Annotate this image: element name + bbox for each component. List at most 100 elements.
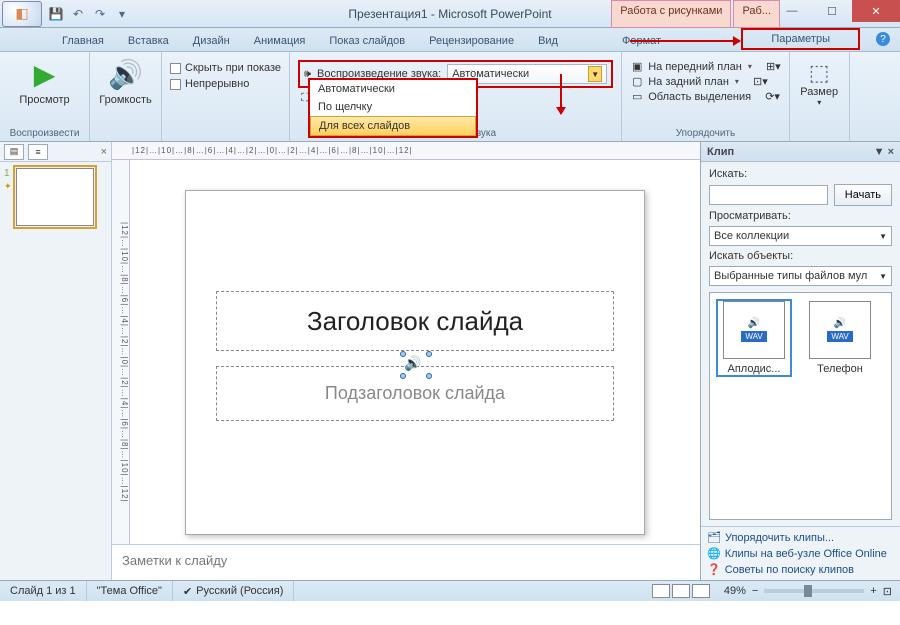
tab-options[interactable]: Параметры bbox=[741, 28, 860, 50]
audio-icon: 🔊 bbox=[748, 318, 760, 329]
browse-select[interactable]: Все коллекции▼ bbox=[709, 226, 892, 246]
group-play: Воспроизвести bbox=[8, 126, 81, 139]
loop-checkbox[interactable]: Непрерывно bbox=[170, 78, 281, 90]
hide-on-show-checkbox[interactable]: Скрыть при показе bbox=[170, 62, 281, 74]
objects-label: Искать объекты: bbox=[709, 250, 892, 262]
search-input[interactable] bbox=[709, 185, 828, 205]
align-icon[interactable]: ⊞▾ bbox=[766, 60, 781, 73]
help-icon: ❓ bbox=[707, 563, 721, 576]
ribbon-tabs: Главная Вставка Дизайн Анимация Показ сл… bbox=[0, 28, 900, 52]
tab-view[interactable]: Вид bbox=[526, 31, 570, 51]
play-icon: ▶ bbox=[34, 58, 56, 91]
dropdown-opt-auto[interactable]: Автоматически bbox=[310, 80, 476, 98]
back-icon: ▢ bbox=[630, 75, 644, 88]
slide-canvas[interactable]: Заголовок слайда Подзаголовок слайда bbox=[185, 190, 645, 535]
zoom-out-button[interactable]: − bbox=[752, 585, 758, 597]
ruler-vertical: |12|…|10|…|8|…|6|…|4|…|2|…|0|…|2|…|4|…|6… bbox=[112, 160, 130, 544]
send-to-back[interactable]: ▢На задний план▾ ⊡▾ bbox=[630, 75, 780, 88]
tab-animation[interactable]: Анимация bbox=[242, 31, 318, 51]
pane-close-icon[interactable]: × bbox=[101, 146, 107, 158]
status-language[interactable]: ✔Русский (Россия) bbox=[173, 581, 295, 601]
browse-label: Просматривать: bbox=[709, 210, 892, 222]
tab-review[interactable]: Рецензирование bbox=[417, 31, 526, 51]
save-icon[interactable]: 💾 bbox=[48, 6, 64, 22]
audio-icon: 🔊 bbox=[834, 318, 846, 329]
preview-button[interactable]: ▶ Просмотр bbox=[8, 56, 81, 108]
help-icon[interactable]: ? bbox=[876, 32, 890, 46]
zoom-in-button[interactable]: + bbox=[870, 585, 876, 597]
tab-slideshow[interactable]: Показ слайдов bbox=[317, 31, 417, 51]
bring-to-front[interactable]: ▣На передний план▾ ⊞▾ bbox=[630, 60, 780, 73]
clip-item-applause[interactable]: 🔊WAV Аплодис... bbox=[718, 301, 790, 375]
chevron-down-icon: ▼ bbox=[879, 232, 887, 241]
preview-label: Просмотр bbox=[19, 94, 69, 106]
qat-more-icon[interactable]: ▾ bbox=[114, 6, 130, 22]
undo-icon[interactable]: ↶ bbox=[70, 6, 86, 22]
objects-select[interactable]: Выбранные типы файлов мул▼ bbox=[709, 266, 892, 286]
minimize-button[interactable]: — bbox=[772, 0, 812, 22]
annotation-arrow bbox=[560, 74, 562, 114]
rotate-icon[interactable]: ⟳▾ bbox=[765, 90, 780, 103]
clip-close-icon[interactable]: × bbox=[888, 146, 894, 158]
annotation-arrow bbox=[630, 40, 740, 42]
front-icon: ▣ bbox=[630, 60, 644, 73]
title-placeholder[interactable]: Заголовок слайда bbox=[216, 291, 614, 351]
sound-object[interactable] bbox=[404, 355, 428, 375]
sound-badge-icon: ✦ bbox=[4, 181, 12, 192]
slides-tab[interactable]: ▤ bbox=[4, 144, 24, 160]
contextual-tab-picture-tools[interactable]: Работа с рисунками bbox=[611, 0, 731, 28]
tab-design[interactable]: Дизайн bbox=[181, 31, 242, 51]
status-bar: Слайд 1 из 1 "Тема Office" ✔Русский (Рос… bbox=[0, 580, 900, 601]
notes-pane[interactable]: Заметки к слайду bbox=[112, 544, 700, 580]
size-icon: ⬚ bbox=[809, 60, 830, 86]
redo-icon[interactable]: ↷ bbox=[92, 6, 108, 22]
quick-access-toolbar: 💾 ↶ ↷ ▾ bbox=[48, 6, 130, 22]
clip-pane: Клип ▼ × Искать: Начать Просматривать: В… bbox=[700, 142, 900, 580]
group-arrange: Упорядочить bbox=[630, 126, 780, 139]
view-buttons bbox=[646, 584, 716, 598]
normal-view-button[interactable] bbox=[652, 584, 670, 598]
window-title: Презентация1 - Microsoft PowerPoint bbox=[348, 7, 551, 21]
close-button[interactable]: ✕ bbox=[852, 0, 900, 22]
chevron-down-icon: ▼ bbox=[879, 272, 887, 281]
search-label: Искать: bbox=[709, 168, 892, 180]
globe-icon: 🌐 bbox=[707, 547, 721, 560]
selection-pane[interactable]: ▭Область выделения ⟳▾ bbox=[630, 90, 780, 103]
search-go-button[interactable]: Начать bbox=[834, 184, 892, 206]
office-button[interactable]: ◧ bbox=[2, 1, 42, 27]
organize-icon: 🗂 bbox=[707, 531, 721, 544]
speaker-icon: 🔊 bbox=[108, 58, 143, 91]
workspace: ▤ ≡ × 1 ✦ |12|…|10|…|8|…|6|…|4|…|2|…|0|…… bbox=[0, 142, 900, 580]
clip-item-phone[interactable]: 🔊WAV Телефон bbox=[804, 301, 876, 375]
fit-window-button[interactable]: ⊡ bbox=[883, 585, 892, 598]
slideshow-view-button[interactable] bbox=[692, 584, 710, 598]
clip-dropdown-icon[interactable]: ▼ bbox=[874, 146, 885, 158]
playback-dropdown: Автоматически По щелчку Для всех слайдов bbox=[308, 78, 478, 138]
zoom-slider[interactable] bbox=[764, 589, 864, 593]
volume-button[interactable]: 🔊 Громкость bbox=[98, 56, 153, 108]
slides-pane: ▤ ≡ × 1 ✦ bbox=[0, 142, 112, 580]
dropdown-opt-allslides[interactable]: Для всех слайдов bbox=[310, 116, 476, 136]
slide-stage[interactable]: Заголовок слайда Подзаголовок слайда bbox=[130, 160, 700, 544]
slide-thumbnail-1[interactable]: 1 ✦ bbox=[0, 162, 111, 232]
size-button[interactable]: ⬚ Размер ▾ bbox=[798, 56, 841, 111]
size-label: Размер bbox=[800, 86, 838, 98]
group-icon[interactable]: ⊡▾ bbox=[753, 75, 768, 88]
selection-icon: ▭ bbox=[630, 90, 644, 103]
search-tips-link[interactable]: ❓Советы по поиску клипов bbox=[707, 563, 894, 576]
sorter-view-button[interactable] bbox=[672, 584, 690, 598]
chevron-down-icon[interactable]: ▼ bbox=[588, 66, 602, 82]
spellcheck-icon: ✔ bbox=[183, 585, 192, 598]
dropdown-opt-click[interactable]: По щелчку bbox=[310, 98, 476, 116]
editor-area: |12|…|10|…|8|…|6|…|4|…|2|…|0|…|2|…|4|…|6… bbox=[112, 142, 700, 580]
ruler-horizontal: |12|…|10|…|8|…|6|…|4|…|2|…|0|…|2|…|4|…|6… bbox=[112, 142, 700, 160]
organize-clips-link[interactable]: 🗂Упорядочить клипы... bbox=[707, 531, 894, 544]
status-theme: "Тема Office" bbox=[87, 581, 173, 601]
zoom-value[interactable]: 49% bbox=[724, 585, 746, 597]
maximize-button[interactable]: ☐ bbox=[812, 0, 852, 22]
tab-home[interactable]: Главная bbox=[50, 31, 116, 51]
outline-tab[interactable]: ≡ bbox=[28, 144, 48, 160]
status-slide: Слайд 1 из 1 bbox=[0, 581, 87, 601]
tab-insert[interactable]: Вставка bbox=[116, 31, 181, 51]
office-online-link[interactable]: 🌐Клипы на веб-узле Office Online bbox=[707, 547, 894, 560]
